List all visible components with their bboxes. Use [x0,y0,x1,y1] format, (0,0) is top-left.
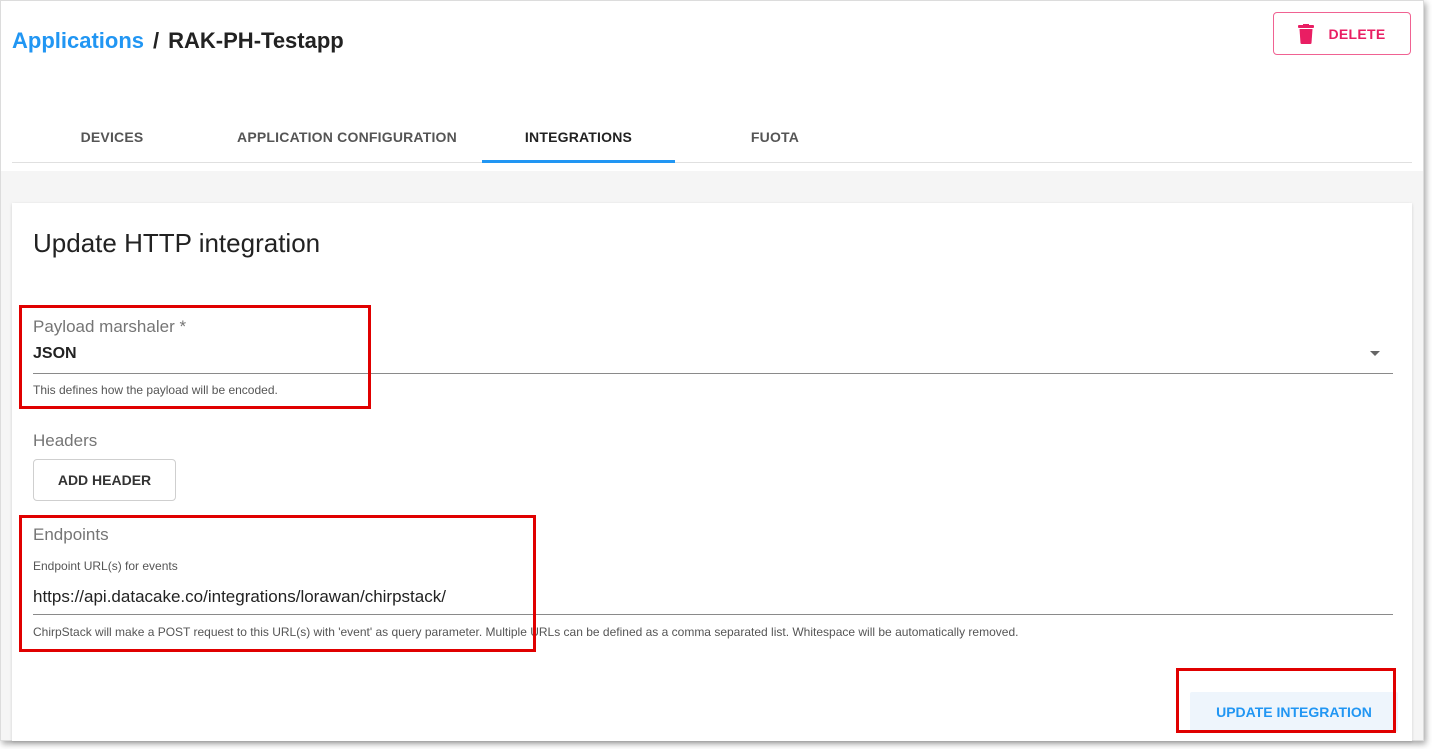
trash-icon [1298,23,1315,44]
headers-label: Headers [33,431,98,450]
payload-marshaler-label: Payload marshaler * [33,317,187,336]
delete-label: DELETE [1328,25,1386,42]
breadcrumb-current: RAK-PH-Testapp [168,28,344,53]
tab-devices[interactable]: DEVICES [12,111,212,163]
payload-marshaler-select[interactable]: JSON [33,345,77,363]
form-title: Update HTTP integration [33,228,321,258]
update-integration-button[interactable]: UPDATE INTEGRATION [1190,692,1398,732]
payload-marshaler-helper: This defines how the payload will be enc… [33,383,278,397]
tab-bar: DEVICES APPLICATION CONFIGURATION INTEGR… [12,111,1412,163]
active-tab-indicator [482,160,675,163]
breadcrumb: Applications / RAK-PH-Testapp [12,28,344,54]
chevron-down-icon[interactable] [1370,351,1380,356]
endpoints-label: Endpoints [33,525,109,544]
app-window: Applications / RAK-PH-Testapp DELETE DEV… [0,0,1424,741]
add-header-button[interactable]: ADD HEADER [33,459,176,501]
tab-fuota[interactable]: FUOTA [675,111,875,163]
tab-integrations[interactable]: INTEGRATIONS [482,111,675,163]
payload-marshaler-underline [33,373,1393,374]
breadcrumb-separator: / [153,28,160,53]
integration-form-card: Update HTTP integration Payload marshale… [12,203,1412,741]
delete-button[interactable]: DELETE [1273,12,1411,55]
endpoint-url-label: Endpoint URL(s) for events [33,559,178,573]
endpoint-url-helper: ChirpStack will make a POST request to t… [33,625,1019,639]
breadcrumb-applications-link[interactable]: Applications [12,28,144,54]
tab-application-configuration[interactable]: APPLICATION CONFIGURATION [212,111,482,163]
page-header: Applications / RAK-PH-Testapp DELETE DEV… [1,1,1423,171]
endpoint-url-input[interactable] [33,583,1393,611]
endpoint-url-underline [33,614,1393,615]
